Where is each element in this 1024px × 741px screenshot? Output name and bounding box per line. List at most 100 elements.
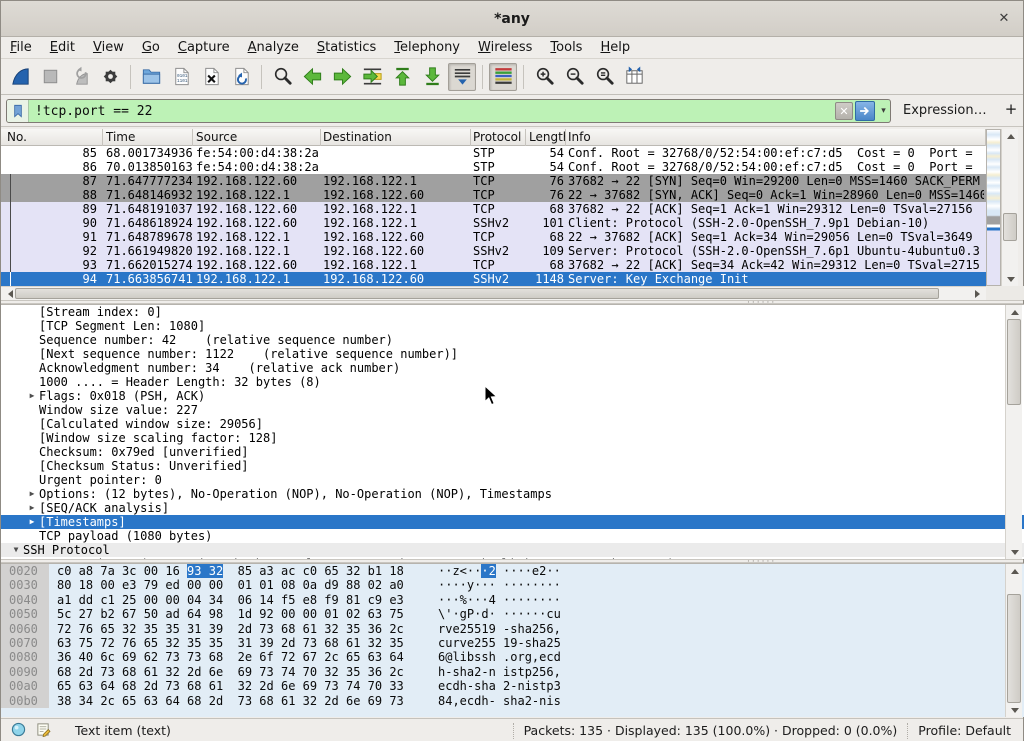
column-header-no[interactable]: No. bbox=[1, 129, 103, 146]
menu-file[interactable]: File bbox=[1, 37, 41, 59]
menu-statistics[interactable]: Statistics bbox=[308, 37, 385, 59]
packet-list-horizontal-scrollbar[interactable] bbox=[1, 286, 986, 300]
zoom-in-button[interactable] bbox=[530, 63, 558, 91]
detail-line[interactable]: ▶Flags: 0x018 (PSH, ACK) bbox=[1, 389, 1024, 403]
detail-line[interactable]: [TCP Segment Len: 1080] bbox=[1, 319, 1024, 333]
expander-closed-icon[interactable]: ▶ bbox=[25, 515, 39, 529]
display-filter-input[interactable] bbox=[29, 104, 835, 119]
bytes-vertical-scrollbar[interactable] bbox=[1005, 564, 1022, 717]
hex-bytes[interactable]: 72 76 65 32 35 35 31 39 2d 73 68 61 32 3… bbox=[57, 622, 404, 636]
expander-closed-icon[interactable]: ▶ bbox=[25, 389, 39, 403]
ascii-bytes[interactable]: h-sha2-n istp256, bbox=[438, 665, 561, 679]
go-forward-button[interactable] bbox=[328, 63, 356, 91]
expert-info-icon[interactable] bbox=[11, 722, 26, 740]
ascii-bytes[interactable]: 84,ecdh- sha2-nis bbox=[438, 694, 561, 708]
hex-bytes[interactable]: 65 63 64 68 2d 73 68 61 32 2d 6e 69 73 7… bbox=[57, 679, 404, 693]
detail-line[interactable]: Checksum: 0x79ed [unverified] bbox=[1, 445, 1024, 459]
hex-bytes[interactable]: 36 40 6c 69 62 73 73 68 2e 6f 72 67 2c 6… bbox=[57, 650, 404, 664]
packet-list-vertical-scrollbar[interactable] bbox=[1001, 129, 1018, 286]
detail-line[interactable]: Urgent pointer: 0 bbox=[1, 473, 1024, 487]
ascii-bytes[interactable]: rve25519 -sha256, bbox=[438, 622, 561, 636]
hex-row-0060[interactable]: 006072 76 65 32 35 35 31 39 2d 73 68 61 … bbox=[1, 622, 1024, 636]
ascii-bytes[interactable]: ecdh-sha 2-nistp3 bbox=[438, 679, 561, 693]
hex-row-0090[interactable]: 009068 2d 73 68 61 32 2d 6e 69 73 74 70 … bbox=[1, 665, 1024, 679]
menu-help[interactable]: Help bbox=[591, 37, 639, 59]
menu-go[interactable]: Go bbox=[133, 37, 169, 59]
save-file-button[interactable]: 01011101 bbox=[167, 63, 195, 91]
packet-list-header[interactable]: No.TimeSourceDestinationProtocolLengthIn… bbox=[1, 129, 986, 146]
menu-edit[interactable]: Edit bbox=[41, 37, 84, 59]
detail-line[interactable]: TCP payload (1080 bytes) bbox=[1, 529, 1024, 543]
filter-apply-button[interactable] bbox=[855, 101, 875, 121]
menu-tools[interactable]: Tools bbox=[541, 37, 591, 59]
auto-scroll-button[interactable] bbox=[448, 63, 476, 91]
packet-row-85[interactable]: 8568.001734936fe:54:00:d4:38:2aSTP54Conf… bbox=[1, 146, 986, 160]
detail-vertical-scrollbar[interactable] bbox=[1005, 305, 1022, 559]
column-header-length[interactable]: Length bbox=[526, 129, 566, 146]
go-to-packet-button[interactable] bbox=[358, 63, 386, 91]
detail-line[interactable]: [Calculated window size: 29056] bbox=[1, 417, 1024, 431]
expander-closed-icon[interactable]: ▶ bbox=[25, 487, 39, 501]
go-back-button[interactable] bbox=[298, 63, 326, 91]
zoom-original-button[interactable] bbox=[590, 63, 618, 91]
packet-list-minimap[interactable] bbox=[986, 129, 1001, 286]
start-capture-button[interactable] bbox=[6, 63, 34, 91]
hex-bytes[interactable]: a1 dd c1 25 00 00 04 34 06 14 f5 e8 f9 8… bbox=[57, 593, 404, 607]
expression-button[interactable]: Expression… bbox=[903, 103, 987, 118]
packet-row-87[interactable]: 8771.647777234192.168.122.60192.168.122.… bbox=[1, 174, 986, 188]
go-first-button[interactable] bbox=[388, 63, 416, 91]
detail-line[interactable]: [Window size scaling factor: 128] bbox=[1, 431, 1024, 445]
menu-capture[interactable]: Capture bbox=[169, 37, 239, 59]
hex-bytes[interactable]: 38 34 2c 65 63 64 68 2d 73 68 61 32 2d 6… bbox=[57, 694, 404, 708]
scroll-thumb[interactable] bbox=[1007, 594, 1021, 703]
packet-row-93[interactable]: 9371.662015274192.168.122.60192.168.122.… bbox=[1, 258, 986, 272]
scroll-up-arrow-icon[interactable] bbox=[1006, 564, 1023, 578]
menu-wireless[interactable]: Wireless bbox=[469, 37, 541, 59]
scroll-thumb[interactable] bbox=[1007, 319, 1021, 405]
packet-row-92[interactable]: 9271.661949820192.168.122.1192.168.122.6… bbox=[1, 244, 986, 258]
filter-add-button[interactable]: + bbox=[1003, 100, 1019, 118]
zoom-out-button[interactable] bbox=[560, 63, 588, 91]
expander-open-icon[interactable]: ▼ bbox=[9, 543, 23, 557]
hex-row-0070[interactable]: 007063 75 72 76 65 32 35 35 31 39 2d 73 … bbox=[1, 636, 1024, 650]
hex-bytes[interactable]: 5c 27 b2 67 50 ad 64 98 1d 92 00 00 01 0… bbox=[57, 607, 404, 621]
scroll-up-arrow-icon[interactable] bbox=[1002, 129, 1019, 143]
menu-view[interactable]: View bbox=[84, 37, 133, 59]
hex-row-0050[interactable]: 00505c 27 b2 67 50 ad 64 98 1d 92 00 00 … bbox=[1, 607, 1024, 621]
detail-line[interactable]: ▶[SEQ/ACK analysis] bbox=[1, 501, 1024, 515]
scroll-up-arrow-icon[interactable] bbox=[1006, 305, 1023, 319]
hex-row-00b0[interactable]: 00b038 34 2c 65 63 64 68 2d 73 68 61 32 … bbox=[1, 694, 1024, 708]
detail-line[interactable]: [Next sequence number: 1122 (relative se… bbox=[1, 347, 1024, 361]
packet-row-94[interactable]: 9471.663856741192.168.122.1192.168.122.6… bbox=[1, 272, 986, 286]
scroll-thumb[interactable] bbox=[15, 288, 939, 299]
column-header-source[interactable]: Source bbox=[193, 129, 321, 146]
detail-line[interactable]: ▼SSH Protocol bbox=[1, 543, 1024, 557]
hex-bytes[interactable]: 68 2d 73 68 61 32 2d 6e 69 73 74 70 32 3… bbox=[57, 665, 404, 679]
packet-row-88[interactable]: 8871.648146932192.168.122.1192.168.122.6… bbox=[1, 188, 986, 202]
scroll-thumb[interactable] bbox=[1003, 213, 1017, 241]
hex-row-0080[interactable]: 008036 40 6c 69 62 73 73 68 2e 6f 72 67 … bbox=[1, 650, 1024, 664]
filter-dropdown-caret[interactable]: ▾ bbox=[877, 106, 890, 116]
packet-row-89[interactable]: 8971.648191037192.168.122.60192.168.122.… bbox=[1, 202, 986, 216]
ascii-bytes[interactable]: ····y··· ········ bbox=[438, 578, 561, 592]
ascii-bytes[interactable]: \'·gP·d· ······cu bbox=[438, 607, 561, 621]
close-button[interactable]: ✕ bbox=[995, 10, 1013, 28]
menu-analyze[interactable]: Analyze bbox=[239, 37, 308, 59]
scroll-right-arrow-icon[interactable] bbox=[972, 287, 986, 301]
packet-row-91[interactable]: 9171.648789678192.168.122.1192.168.122.6… bbox=[1, 230, 986, 244]
ascii-bytes[interactable]: 6@libssh .org,ecd bbox=[438, 650, 561, 664]
ascii-bytes[interactable]: ···%···4 ········ bbox=[438, 593, 561, 607]
scroll-left-arrow-icon[interactable] bbox=[1, 287, 15, 301]
reload-file-button[interactable] bbox=[227, 63, 255, 91]
filter-bookmark-icon[interactable] bbox=[7, 100, 29, 122]
detail-line[interactable]: ▶Options: (12 bytes), No-Operation (NOP)… bbox=[1, 487, 1024, 501]
go-last-button[interactable] bbox=[418, 63, 446, 91]
scroll-down-arrow-icon[interactable] bbox=[1006, 703, 1023, 717]
detail-line[interactable]: Window size value: 227 bbox=[1, 403, 1024, 417]
detail-line[interactable]: ▶[Timestamps] bbox=[1, 515, 1024, 529]
hex-row-0020[interactable]: 0020c0 a8 7a 3c 00 16 93 32 85 a3 ac c0 … bbox=[1, 564, 1024, 578]
hex-row-00a0[interactable]: 00a065 63 64 68 2d 73 68 61 32 2d 6e 69 … bbox=[1, 679, 1024, 693]
filter-clear-button[interactable]: ✕ bbox=[835, 102, 853, 120]
column-header-protocol[interactable]: Protocol bbox=[471, 129, 526, 146]
capture-comment-icon[interactable] bbox=[36, 722, 51, 740]
